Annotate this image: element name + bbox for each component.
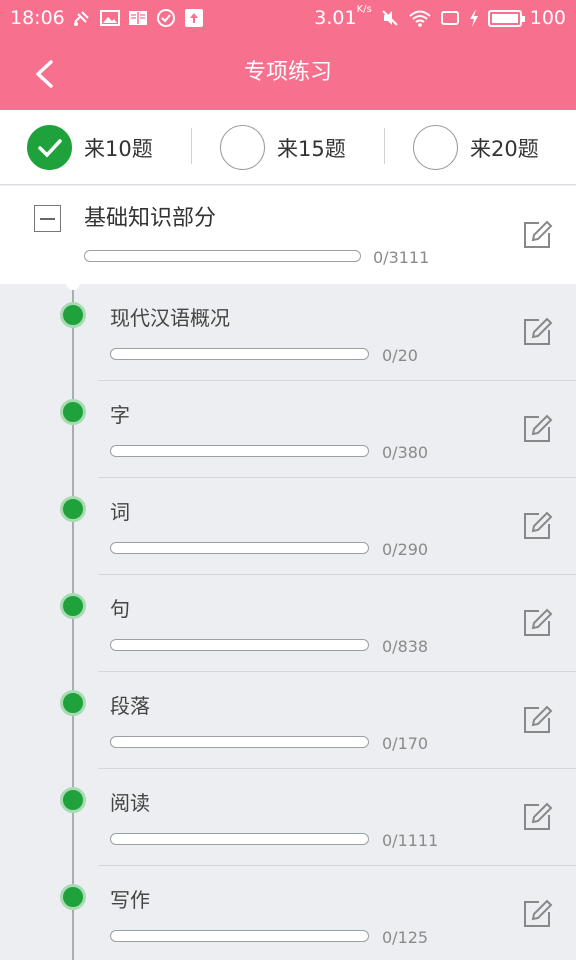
notification-icons xyxy=(72,8,204,28)
item-title: 现代汉语概况 xyxy=(110,306,230,330)
item-progress-bar xyxy=(110,639,369,651)
count-option-15[interactable]: 来15题 xyxy=(220,125,346,170)
item-progress-bar xyxy=(110,930,369,942)
radio-selected[interactable] xyxy=(27,125,72,170)
item-title: 词 xyxy=(110,500,130,524)
edit-pencil-icon xyxy=(524,608,553,636)
status-dot-icon xyxy=(60,787,86,813)
item-edit-button[interactable] xyxy=(521,704,553,736)
section-title: 基础知识部分 xyxy=(84,206,217,231)
list-item[interactable]: 句 0/838 xyxy=(0,575,576,672)
section-edit-button[interactable] xyxy=(521,219,553,251)
question-count-selector: 来10题 来15题 来20题 xyxy=(0,110,576,185)
count-option-10[interactable]: 来10题 xyxy=(27,125,153,170)
page-title: 专项练习 xyxy=(243,60,332,85)
item-title: 写作 xyxy=(110,888,150,912)
item-edit-button[interactable] xyxy=(521,607,553,639)
status-bar: 18:06 3.01K/s 100 xyxy=(0,0,576,36)
list-item[interactable]: 现代汉语概况 0/20 xyxy=(0,284,576,381)
image-icon xyxy=(100,10,120,26)
edit-pencil-icon xyxy=(524,511,553,539)
list-item[interactable]: 阅读 0/1111 xyxy=(0,769,576,866)
title-bar: 专项练习 xyxy=(0,36,576,110)
battery-level: 100 xyxy=(529,7,566,29)
checkmark-icon xyxy=(37,138,62,158)
collapse-minus-icon[interactable] xyxy=(34,205,61,232)
edit-pencil-icon xyxy=(524,705,553,733)
edit-pencil-icon xyxy=(524,317,553,345)
item-title: 字 xyxy=(110,403,130,427)
item-title: 阅读 xyxy=(110,791,150,815)
book-icon xyxy=(129,11,147,25)
satellite-icon xyxy=(74,11,89,26)
app-header: 18:06 3.01K/s 100 专项练习 xyxy=(0,0,576,110)
status-dot-icon xyxy=(60,496,86,522)
divider xyxy=(191,128,192,164)
item-progress-count: 0/380 xyxy=(382,443,429,462)
item-title: 句 xyxy=(110,597,130,621)
mute-icon xyxy=(382,10,398,26)
charging-icon xyxy=(469,9,478,27)
item-progress-bar xyxy=(110,542,369,554)
count-option-label: 来15题 xyxy=(277,136,346,161)
item-progress-count: 0/170 xyxy=(382,734,429,753)
item-progress-count: 0/20 xyxy=(382,346,418,365)
item-progress-count: 0/1111 xyxy=(382,831,439,850)
item-progress-count: 0/290 xyxy=(382,540,429,559)
upload-icon xyxy=(185,9,203,27)
list-item[interactable]: 段落 0/170 xyxy=(0,672,576,769)
count-option-label: 来10题 xyxy=(84,136,153,161)
list-item[interactable]: 词 0/290 xyxy=(0,478,576,575)
item-edit-button[interactable] xyxy=(521,898,553,930)
screen-icon xyxy=(440,11,459,25)
item-progress-bar xyxy=(110,445,369,457)
item-progress-bar xyxy=(110,348,369,360)
item-edit-button[interactable] xyxy=(521,413,553,445)
divider xyxy=(384,128,385,164)
wifi-icon xyxy=(409,10,431,27)
item-title: 段落 xyxy=(110,694,150,718)
section-progress-count: 0/3111 xyxy=(373,248,430,267)
status-time: 18:06 xyxy=(10,7,65,29)
item-progress-bar xyxy=(110,833,369,845)
edit-pencil-icon xyxy=(524,899,553,927)
section-header[interactable]: 基础知识部分 0/3111 xyxy=(0,186,576,284)
item-edit-button[interactable] xyxy=(521,316,553,348)
radio-unselected[interactable] xyxy=(413,125,458,170)
status-dot-icon xyxy=(60,690,86,716)
chevron-left-icon xyxy=(36,60,53,88)
count-option-20[interactable]: 来20题 xyxy=(413,125,539,170)
list-item[interactable]: 写作 0/125 xyxy=(0,866,576,960)
section-progress-bar xyxy=(84,250,361,262)
item-edit-button[interactable] xyxy=(521,801,553,833)
edit-pencil-icon xyxy=(524,802,553,830)
battery-icon xyxy=(487,9,525,27)
status-right: 3.01K/s 100 xyxy=(314,0,566,36)
item-progress-count: 0/125 xyxy=(382,928,429,947)
list-item[interactable]: 字 0/380 xyxy=(0,381,576,478)
item-progress-bar xyxy=(110,736,369,748)
radio-unselected[interactable] xyxy=(220,125,265,170)
item-progress-count: 0/838 xyxy=(382,637,429,656)
count-option-label: 来20题 xyxy=(470,136,539,161)
status-dot-icon xyxy=(60,593,86,619)
status-dot-icon xyxy=(60,399,86,425)
item-edit-button[interactable] xyxy=(521,510,553,542)
status-dot-icon xyxy=(60,884,86,910)
status-dot-icon xyxy=(60,302,86,328)
back-button[interactable] xyxy=(24,54,64,94)
check-circle-icon xyxy=(157,9,175,27)
edit-pencil-icon xyxy=(524,414,553,442)
net-speed: 3.01K/s xyxy=(314,4,372,29)
edit-pencil-icon xyxy=(524,220,553,248)
